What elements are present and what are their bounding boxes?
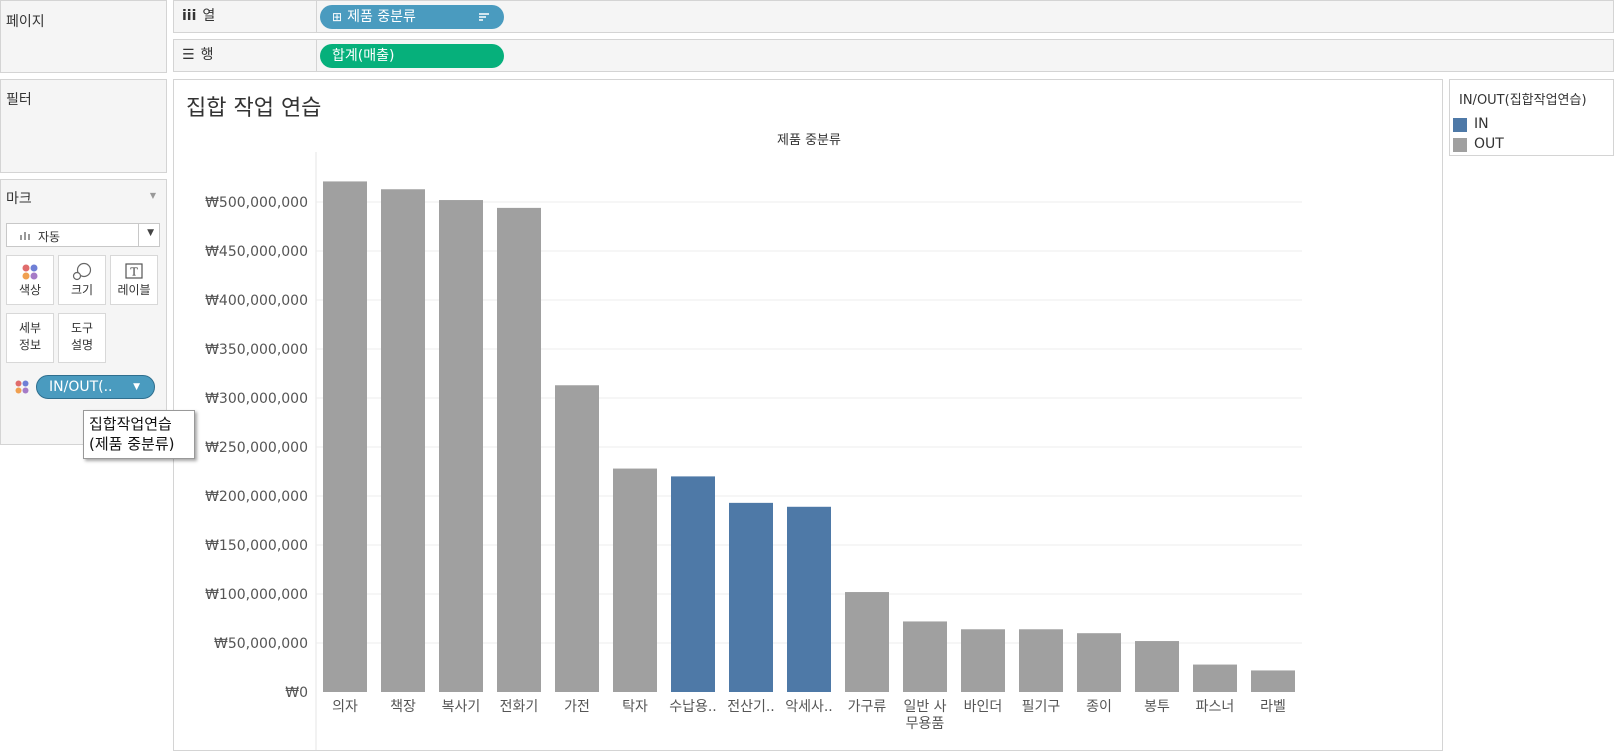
drag-tooltip: 집합작업연습 (제품 중분류) [83,410,195,459]
x-tick-label: 파스너 [1196,699,1235,715]
color-mark-icon [14,379,30,399]
bar[interactable] [1019,629,1063,692]
x-tick-label: 전화기 [500,699,539,715]
rows-shelf-label: ☰ 행 [174,40,317,71]
bar[interactable] [439,200,483,692]
bar[interactable] [1135,641,1179,692]
y-tick-label: ₩200,000,000 [205,489,308,505]
y-tick-label: ₩350,000,000 [205,342,308,358]
tooltip-line-1: 집합작업연습 [89,415,172,433]
bar[interactable] [497,207,541,692]
columns-shelf-label: iii 열 [174,1,317,32]
mark-type-dropdown[interactable]: 자동 ▼ [6,223,160,247]
x-tick-label: 일반 사 [903,699,946,715]
color-icon [7,262,53,282]
marks-panel: 마크 ▼ 자동 ▼ 색상 크기 T 레이블 세부 정보 도구 설명 IN/OUT(.… [0,179,167,445]
bar[interactable] [381,189,425,692]
x-tick-label: 수납용.. [669,699,717,715]
in-out-pill-label: IN/OUT(.. [49,379,113,395]
filters-title: 필터 [6,92,32,108]
bar[interactable] [787,506,831,692]
size-button[interactable]: 크기 [58,255,106,305]
y-tick-label: ₩500,000,000 [205,195,308,211]
bar[interactable] [555,385,599,692]
color-button[interactable]: 색상 [6,255,54,305]
y-tick-label: ₩150,000,000 [205,538,308,554]
bar[interactable] [961,629,1005,692]
worksheet-view[interactable]: 집합 작업 연습 제품 중분류 ₩0 ₩50,000,000 ₩100,000,000… [173,79,1443,751]
bar-chart-icon [19,229,31,244]
sort-icon[interactable] [478,5,490,29]
dimension-icon: ⊞ [332,10,343,24]
legend-swatch-out [1453,138,1467,152]
marks-title: 마크 [6,191,32,207]
color-button-label: 색상 [18,283,42,297]
size-icon [59,262,105,282]
y-tick-label: ₩100,000,000 [205,587,308,603]
y-tick-label: ₩250,000,000 [205,440,308,456]
detail-button[interactable]: 세부 정보 [6,313,54,363]
rows-shelf[interactable]: ☰ 행 합계(매출) [173,39,1614,72]
x-tick-label: 복사기 [442,699,481,715]
detail-button-label: 세부 정보 [18,321,42,352]
x-tick-label: 필기구 [1022,699,1061,715]
label-button-label: 레이블 [117,283,151,297]
pages-title: 페이지 [6,14,45,30]
rows-pill-label: 합계(매출) [332,48,395,64]
column-header: 제품 중분류 [777,133,841,148]
bar[interactable] [1251,670,1295,692]
bar-chart[interactable]: 제품 중분류 ₩0 ₩50,000,000 ₩100,000,000 ₩150,000,… [174,80,1442,750]
y-tick-label: ₩450,000,000 [205,244,308,260]
x-tick-label: 종이 [1086,699,1112,715]
columns-pill[interactable]: ⊞ 제품 중분류 [320,5,504,29]
legend-label-out: OUT [1474,136,1504,152]
x-tick-label: 탁자 [622,699,648,715]
legend-swatch-in [1453,118,1467,132]
x-tick-label: 의자 [332,699,358,715]
y-tick-label: ₩0 [285,685,308,701]
x-tick-label: 바인더 [964,699,1003,715]
mark-type-label: 자동 [38,230,61,244]
svg-text:T: T [130,266,138,279]
x-tick-label: 악세사.. [785,699,833,715]
size-button-label: 크기 [70,283,94,297]
chevron-down-icon: ▼ [147,228,154,238]
text-label-icon: T [111,262,157,282]
pages-panel[interactable]: 페이지 [0,0,167,73]
bar[interactable] [903,621,947,692]
bar[interactable] [671,476,715,692]
x-tick-label: 가전 [564,699,590,715]
y-tick-label: ₩50,000,000 [214,636,308,652]
x-tick-label: 라벨 [1260,699,1286,715]
x-tick-label: 책장 [390,699,416,715]
rows-pill[interactable]: 합계(매출) [320,44,504,68]
color-legend: IN/OUT(집합작업연습) IN OUT [1449,79,1614,156]
in-out-color-pill[interactable]: IN/OUT(.. ▼ [36,375,155,399]
tooltip-line-2: (제품 중분류) [89,435,175,453]
x-tick-label: 가구류 [848,699,887,715]
pill-dropdown-icon: ▼ [133,382,140,392]
columns-pill-label: 제품 중분류 [347,9,416,25]
x-tick-label: 무용품 [906,716,945,732]
rows-icon: ☰ [182,47,195,63]
x-tick-label: 봉투 [1144,699,1170,715]
filters-panel[interactable]: 필터 [0,79,167,173]
tooltip-button[interactable]: 도구 설명 [58,313,106,363]
bar[interactable] [1077,633,1121,692]
columns-shelf[interactable]: iii 열 ⊞ 제품 중분류 [173,0,1614,33]
legend-title: IN/OUT(집합작업연습) [1459,93,1587,108]
bar[interactable] [613,468,657,692]
y-tick-label: ₩400,000,000 [205,293,308,309]
bar[interactable] [323,181,367,693]
y-tick-label: ₩300,000,000 [205,391,308,407]
marks-collapse-icon[interactable]: ▼ [150,191,156,200]
x-tick-label: 전산기.. [727,699,775,715]
legend-label-in: IN [1474,116,1489,132]
bar[interactable] [845,592,889,692]
bar[interactable] [729,502,773,692]
label-button[interactable]: T 레이블 [110,255,158,305]
bar[interactable] [1193,664,1237,692]
columns-icon: iii [182,8,197,24]
tooltip-button-label: 도구 설명 [70,321,94,352]
